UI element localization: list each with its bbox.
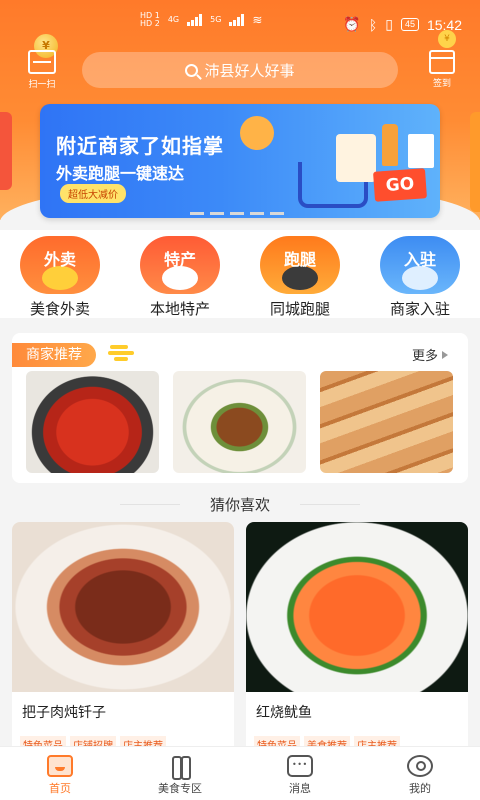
nav-label: 消息: [289, 782, 311, 795]
bottle-illustration: [382, 124, 398, 166]
category-grid: 外卖 美食外卖 特产 本地特产 跑腿 同城跑腿 入驻 商家入驻: [0, 230, 480, 318]
merchant-join-icon: 入驻: [380, 236, 460, 294]
banner-pagination: [190, 212, 284, 215]
signal-icon: [187, 14, 203, 26]
battery-icon: 45: [400, 18, 419, 31]
banner-next-peek[interactable]: [470, 112, 480, 212]
milk-carton-illustration: [408, 134, 434, 168]
product-card[interactable]: 红烧鱿鱼 特色菜品 美食推荐 店主推荐: [246, 522, 468, 758]
status-left: HD 1 HD 2 4G 5G ≋: [140, 12, 262, 28]
network-4g-label: 4G: [167, 15, 180, 24]
alarm-icon: ⏰: [343, 16, 361, 32]
banner-badge: 超低大减价: [60, 184, 126, 203]
errand-icon: 跑腿: [260, 236, 340, 294]
calendar-icon: [429, 50, 455, 74]
product-card[interactable]: 把子肉炖钎子 特色菜品 店铺招牌 店主推荐: [12, 522, 234, 758]
vibrate-icon: ▯: [385, 16, 393, 32]
nav-profile[interactable]: 我的: [360, 747, 480, 800]
delivery-rider-illustration: [240, 116, 274, 150]
checkin-button[interactable]: 签到: [424, 50, 460, 89]
merchant-image-tofu-rolls[interactable]: [320, 371, 453, 473]
merchant-section-title: 商家推荐: [12, 343, 96, 367]
product-name: 把子肉炖钎子: [22, 705, 106, 721]
scan-icon: [28, 50, 56, 74]
category-merchant-join[interactable]: 入驻 商家入驻: [360, 230, 480, 318]
search-icon: [185, 63, 199, 77]
nav-label: 美食专区: [158, 782, 202, 795]
more-label: 更多: [411, 349, 438, 364]
home-icon: [47, 755, 73, 777]
category-label: 美食外卖: [29, 300, 90, 318]
nav-label: 首页: [49, 782, 71, 795]
category-food-delivery[interactable]: 外卖 美食外卖: [0, 230, 120, 318]
category-local-specialty[interactable]: 特产 本地特产: [120, 230, 240, 318]
bottom-nav: 首页 美食专区 消息 我的: [0, 746, 480, 800]
chevron-right-icon: [442, 350, 448, 359]
scan-button[interactable]: 扫一扫: [22, 50, 62, 92]
checkin-label: 签到: [432, 79, 451, 89]
signal-icon-2: [229, 14, 245, 26]
specialty-icon: 特产: [140, 236, 220, 294]
message-icon: [287, 755, 313, 777]
search-placeholder: 沛县好人好事: [204, 61, 295, 80]
checkin-coin-icon: ¥: [438, 30, 456, 48]
search-bar[interactable]: 沛县好人好事: [82, 52, 398, 88]
hd-indicator: HD 1 HD 2: [140, 12, 160, 28]
guess-you-like-title: 猜你喜欢: [0, 494, 480, 515]
status-bar: HD 1 HD 2 4G 5G ≋ ⏰ ᛒ ▯ 45 15:42: [0, 0, 480, 52]
profile-icon: [407, 755, 433, 777]
merchant-image-crayfish[interactable]: [26, 371, 159, 473]
hd2-label: HD 2: [140, 19, 160, 28]
banner-prev-peek[interactable]: [0, 112, 12, 190]
banner-subtitle: 外卖跑腿一键速达: [56, 164, 185, 183]
grocery-bag-illustration: [336, 134, 376, 182]
product-image: [246, 522, 468, 692]
category-label: 同城跑腿: [269, 300, 330, 318]
category-city-errand[interactable]: 跑腿 同城跑腿: [240, 230, 360, 318]
decoration-lines-icon: [108, 345, 138, 361]
category-label: 本地特产: [149, 300, 210, 318]
merchant-image-dish[interactable]: [173, 371, 306, 473]
merchant-recommend-card: 商家推荐 更多: [12, 333, 468, 483]
category-label: 商家入驻: [389, 300, 450, 318]
wifi-icon: ≋: [252, 13, 263, 27]
nav-label: 我的: [409, 782, 431, 795]
nav-food-zone[interactable]: 美食专区: [120, 747, 240, 800]
food-zone-icon: [167, 755, 193, 780]
nav-home[interactable]: 首页: [0, 747, 120, 800]
scan-label: 扫一扫: [28, 80, 56, 90]
delivery-icon: 外卖: [20, 236, 100, 294]
more-link[interactable]: 更多: [412, 345, 448, 364]
banner-title: 附近商家了如指掌: [56, 134, 224, 158]
promo-banner[interactable]: 附近商家了如指掌 外卖跑腿一键速达 超低大减价 GO: [40, 104, 440, 218]
banner-go-sign: GO: [373, 168, 427, 202]
nav-messages[interactable]: 消息: [240, 747, 360, 800]
network-5g-label: 5G: [210, 15, 222, 24]
product-name: 红烧鱿鱼: [256, 705, 312, 721]
bluetooth-icon: ᛒ: [368, 16, 378, 33]
product-image: [12, 522, 234, 692]
